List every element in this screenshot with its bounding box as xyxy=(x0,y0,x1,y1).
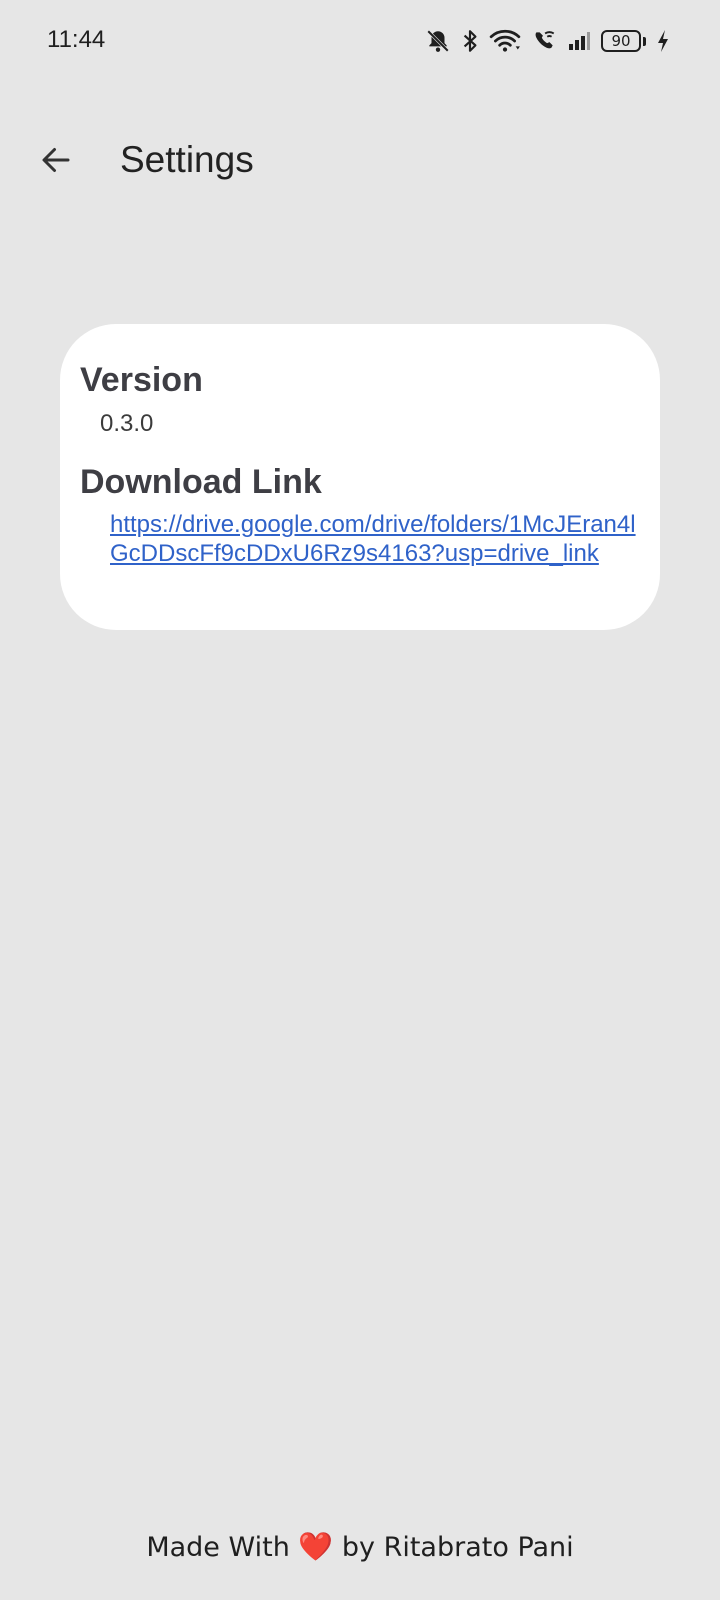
footer-author: by Ritabrato Pani xyxy=(341,1532,574,1563)
wifi-icon xyxy=(489,28,521,54)
download-link-heading: Download Link xyxy=(80,463,322,501)
charging-icon xyxy=(656,29,670,53)
heart-icon: ❤️ xyxy=(298,1530,334,1563)
download-link[interactable]: https://drive.google.com/drive/folders/1… xyxy=(110,510,650,568)
status-time: 11:44 xyxy=(47,26,106,53)
version-heading: Version xyxy=(80,361,203,399)
top-app-bar: Settings xyxy=(0,120,720,206)
footer-prefix: Made With xyxy=(146,1532,290,1563)
arrow-left-icon xyxy=(38,142,74,183)
status-icons: 90 xyxy=(425,26,670,56)
bell-off-icon xyxy=(425,28,451,54)
credits-footer: Made With ❤️ by Ritabrato Pani xyxy=(0,1530,720,1563)
bluetooth-icon xyxy=(461,28,479,54)
wifi-calling-icon xyxy=(531,28,557,54)
page-title: Settings xyxy=(120,139,254,180)
battery-icon: 90 xyxy=(601,30,646,52)
info-card: Version 0.3.0 Download Link https://driv… xyxy=(60,324,660,630)
battery-level: 90 xyxy=(601,30,641,52)
signal-icon xyxy=(567,29,591,53)
settings-screen: 11:44 90 Settings Version 0.3.0 Download… xyxy=(0,0,720,1600)
version-value: 0.3.0 xyxy=(100,410,154,437)
status-bar: 11:44 90 xyxy=(0,0,720,84)
back-button[interactable] xyxy=(28,134,84,190)
